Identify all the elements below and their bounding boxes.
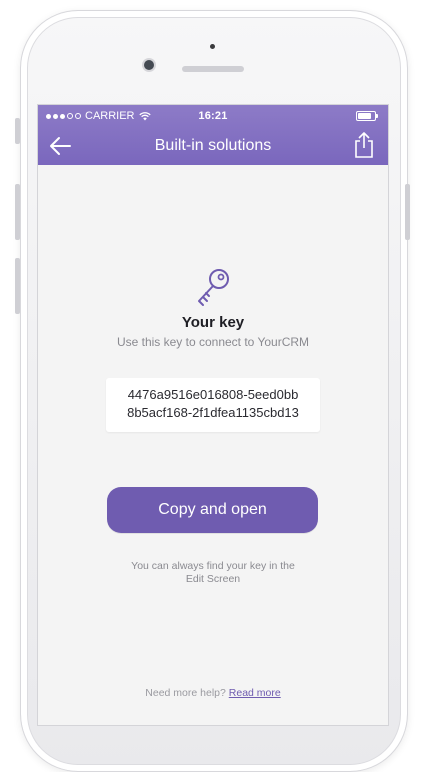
main-content: Your key Use this key to connect to Your… (38, 165, 388, 725)
mute-switch (15, 118, 20, 144)
status-bar: CARRIER 16:21 (38, 105, 388, 127)
share-icon (355, 132, 373, 158)
help-footer: Need more help? Read more (38, 687, 388, 699)
key-value-line-2: 8b5acf168-2f1dfea1135cbd13 (127, 405, 299, 420)
app-header: CARRIER 16:21 Built-in solutions (38, 105, 388, 165)
power-button (405, 184, 410, 240)
proximity-sensor (210, 44, 215, 49)
key-description: Use this key to connect to YourCRM (116, 335, 310, 349)
key-icon (198, 269, 229, 306)
share-button[interactable] (352, 131, 376, 159)
volume-down-button (15, 258, 20, 314)
key-value-box[interactable]: 4476a9516e016808-5eed0bb 8b5acf168-2f1df… (106, 378, 320, 432)
hint-line-2: Edit Screen (185, 573, 241, 585)
key-heading: Your key (181, 314, 245, 331)
status-time: 16:21 (198, 110, 228, 122)
help-prefix: Need more help? (145, 687, 226, 699)
copy-and-open-button[interactable]: Copy and open (107, 487, 318, 533)
front-camera (144, 60, 154, 70)
page-title: Built-in solutions (154, 137, 272, 154)
read-more-link[interactable]: Read more (229, 687, 281, 699)
hint-line-1: You can always find your key in the (131, 560, 295, 572)
earpiece-speaker (182, 66, 244, 72)
battery-icon (356, 111, 378, 121)
key-value-line-1: 4476a9516e016808-5eed0bb (127, 387, 299, 402)
volume-up-button (15, 184, 20, 240)
hint-text: You can always find your key in the Edit… (38, 560, 388, 586)
phone-screen: CARRIER 16:21 Built-in solutions Your ke… (37, 104, 389, 726)
